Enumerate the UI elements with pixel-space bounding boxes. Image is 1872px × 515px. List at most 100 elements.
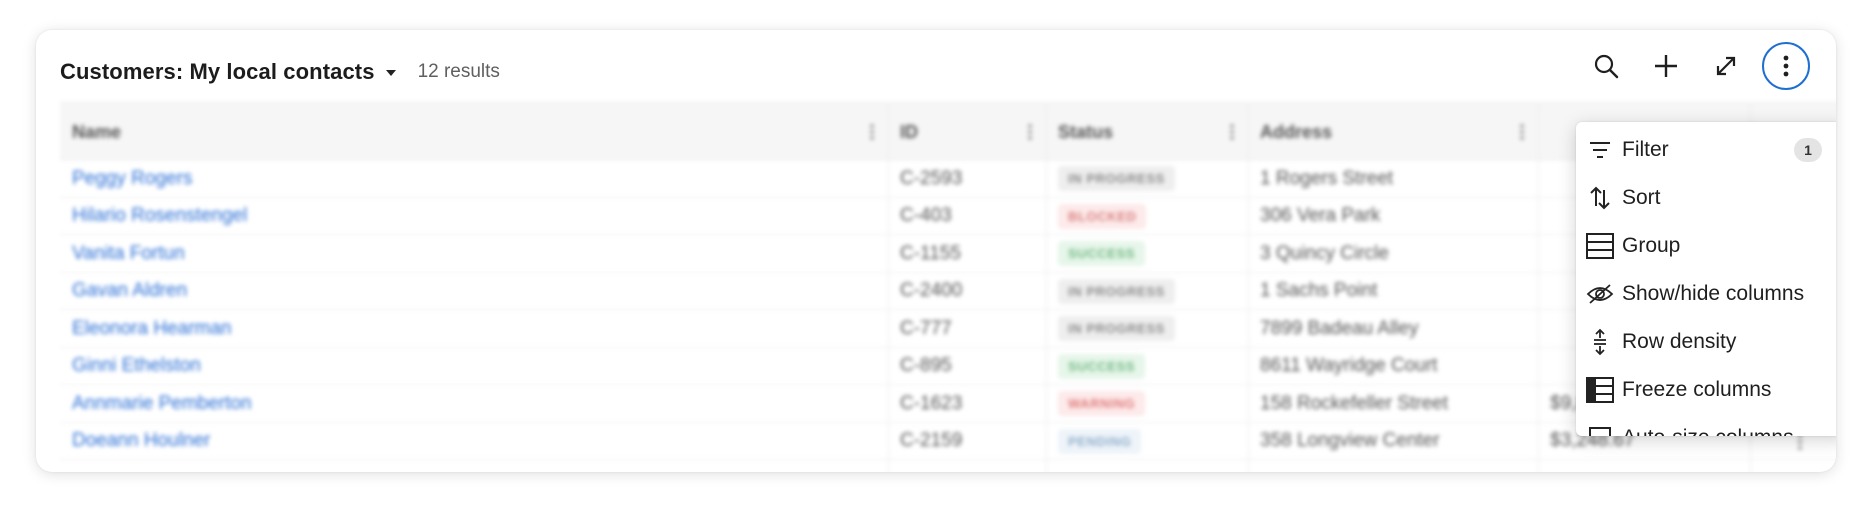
- column-header-label: Status: [1058, 121, 1114, 142]
- cell-name-link[interactable]: Eleonora Hearman: [60, 310, 888, 348]
- view-dropdown-caret-icon[interactable]: [385, 70, 396, 76]
- menu-item-sort[interactable]: Sort: [1576, 174, 1836, 222]
- grid-options-menu: Filter 1 Sort Group Show/hide columns Row den…: [1576, 122, 1836, 436]
- column-menu-icon[interactable]: [1520, 123, 1524, 141]
- cell-id-text: C-2593: [900, 167, 963, 189]
- cell-status: BLOCKED: [1046, 198, 1248, 236]
- cell-address: 358 Longview Center: [1248, 423, 1538, 461]
- menu-item-label: Sort: [1622, 186, 1661, 209]
- column-menu-icon[interactable]: [1230, 123, 1234, 141]
- cell-id: C-1155: [888, 235, 1046, 273]
- table-row[interactable]: Eleonora Hearman C-777 IN PROGRESS 7899 Bad…: [60, 310, 1836, 348]
- status-badge: SUCCESS: [1058, 241, 1146, 267]
- results-count: 12 results: [417, 61, 500, 82]
- cell-address: 8611 Wayridge Court: [1248, 348, 1538, 386]
- menu-item-auto-size-columns[interactable]: Auto-size columns: [1576, 414, 1836, 436]
- menu-item-label: Show/hide columns: [1622, 282, 1805, 305]
- column-header-status[interactable]: Status: [1046, 103, 1248, 161]
- grid-toolbar: [1570, 42, 1810, 90]
- cell-name-link[interactable]: Doeann Houlner: [60, 423, 888, 461]
- more-vertical-icon: [1783, 55, 1789, 77]
- plus-icon: [1655, 55, 1677, 77]
- cell-address-text: 3 Quincy Circle: [1260, 242, 1389, 264]
- menu-item-label: Freeze columns: [1622, 378, 1772, 401]
- cell-name-link-text: Eleonora Hearman: [72, 317, 232, 339]
- expand-icon: [1716, 56, 1736, 76]
- cell-name-link-text: Peggy Rogers: [72, 167, 193, 189]
- menu-item-freeze-columns[interactable]: Freeze columns: [1576, 366, 1836, 414]
- cell-id-text: C-1623: [900, 392, 963, 414]
- cell-name-link-text: Hilario Rosenstengel: [72, 205, 248, 227]
- cell-name-link-text: Doeann Houlner: [72, 430, 211, 452]
- more-options-button[interactable]: [1762, 42, 1810, 90]
- cell-id: C-895: [888, 348, 1046, 386]
- table-row[interactable]: Annmarie Pemberton C-1623 WARNING 158 Rocke…: [60, 385, 1836, 423]
- menu-item-filter[interactable]: Filter 1: [1576, 126, 1836, 174]
- menu-item-group[interactable]: Group: [1576, 222, 1836, 270]
- cell-address: 3 Quincy Circle: [1248, 235, 1538, 273]
- cell-name-link[interactable]: Annmarie Pemberton: [60, 385, 888, 423]
- cell-id: C-2400: [888, 273, 1046, 311]
- freeze-columns-icon: [1586, 376, 1614, 404]
- eye-off-icon: [1586, 280, 1614, 308]
- table-row[interactable]: Vanita Fortun C-1155 SUCCESS 3 Quincy Circl…: [60, 235, 1836, 273]
- menu-item-row-density[interactable]: Row density: [1576, 318, 1836, 366]
- cell-id-text: C-1155: [900, 242, 961, 264]
- filter-count-badge: 1: [1794, 138, 1822, 162]
- search-icon: [1594, 54, 1619, 79]
- table-row[interactable]: Gavan Aldren C-2400 IN PROGRESS 1 Sachs Poi…: [60, 273, 1836, 311]
- table-row[interactable]: Peggy Rogers C-2593 IN PROGRESS 1 Rogers St…: [60, 160, 1836, 198]
- menu-item-show-hide-columns[interactable]: Show/hide columns: [1576, 270, 1836, 318]
- table-row[interactable]: Ginni Ethelston C-895 SUCCESS 8611 Wayridge…: [60, 348, 1836, 386]
- sort-icon: [1586, 184, 1614, 212]
- menu-item-label: Row density: [1622, 330, 1737, 353]
- table-row[interactable]: Hilario Rosenstengel C-403 BLOCKED 306 Vera…: [60, 198, 1836, 236]
- column-header-label: Name: [72, 121, 122, 142]
- cell-name-link[interactable]: Ginni Ethelston: [60, 348, 888, 386]
- cell-name-link[interactable]: Gavan Aldren: [60, 273, 888, 311]
- menu-item-label: Filter: [1622, 138, 1669, 161]
- cell-name-link-text: Vanita Fortun: [72, 242, 185, 264]
- expand-button[interactable]: [1702, 42, 1750, 90]
- column-menu-icon[interactable]: [1028, 123, 1032, 141]
- cell-name-link[interactable]: Peggy Rogers: [60, 160, 888, 198]
- cell-id-text: C-2400: [900, 280, 963, 302]
- cell-id: C-2159: [888, 423, 1046, 461]
- cell-address: 306 Vera Park: [1248, 198, 1538, 236]
- data-grid: Name ID Status Address Peggy Rogers C-259…: [60, 102, 1836, 472]
- cell-name-link-text: Annmarie Pemberton: [72, 392, 252, 414]
- column-header-name[interactable]: Name: [60, 103, 888, 161]
- cell-status: SUCCESS: [1046, 348, 1248, 386]
- cell-address-text: 158 Rockefeller Street: [1260, 392, 1448, 414]
- cell-name-link[interactable]: Vanita Fortun: [60, 235, 888, 273]
- view-title[interactable]: Customers: My local contacts: [60, 59, 375, 85]
- column-header-address[interactable]: Address: [1248, 103, 1538, 161]
- cell-name-link[interactable]: Hilario Rosenstengel: [60, 198, 888, 236]
- cell-status: SUCCESS: [1046, 235, 1248, 273]
- cell-address-text: 358 Longview Center: [1260, 430, 1440, 452]
- cell-id-text: C-777: [900, 317, 952, 339]
- menu-item-label: Group: [1622, 234, 1681, 257]
- filter-icon: [1586, 136, 1614, 164]
- cell-status: IN PROGRESS: [1046, 273, 1248, 311]
- add-button[interactable]: [1642, 42, 1690, 90]
- cell-address: 1 Sachs Point: [1248, 273, 1538, 311]
- cell-address-text: 306 Vera Park: [1260, 205, 1381, 227]
- cell-id-text: C-403: [900, 205, 952, 227]
- grid-header: Customers: My local contacts 12 results: [60, 52, 1812, 92]
- auto-size-icon: [1586, 424, 1614, 436]
- cell-address: 158 Rockefeller Street: [1248, 385, 1538, 423]
- cell-status: WARNING: [1046, 385, 1248, 423]
- column-menu-icon[interactable]: [870, 123, 874, 141]
- column-header-id[interactable]: ID: [888, 103, 1046, 161]
- search-button[interactable]: [1582, 42, 1630, 90]
- status-badge: IN PROGRESS: [1058, 278, 1175, 304]
- cell-name-link-text: Ginni Ethelston: [72, 355, 201, 377]
- cell-name-link-text: Gavan Aldren: [72, 280, 188, 302]
- table-row[interactable]: Doeann Houlner C-2159 PENDING 358 Longview …: [60, 423, 1836, 461]
- cell-id-text: C-2159: [900, 430, 963, 452]
- cell-status: IN PROGRESS: [1046, 160, 1248, 198]
- cell-id: C-2593: [888, 160, 1046, 198]
- cell-status: IN PROGRESS: [1046, 310, 1248, 348]
- cell-address: 7899 Badeau Alley: [1248, 310, 1538, 348]
